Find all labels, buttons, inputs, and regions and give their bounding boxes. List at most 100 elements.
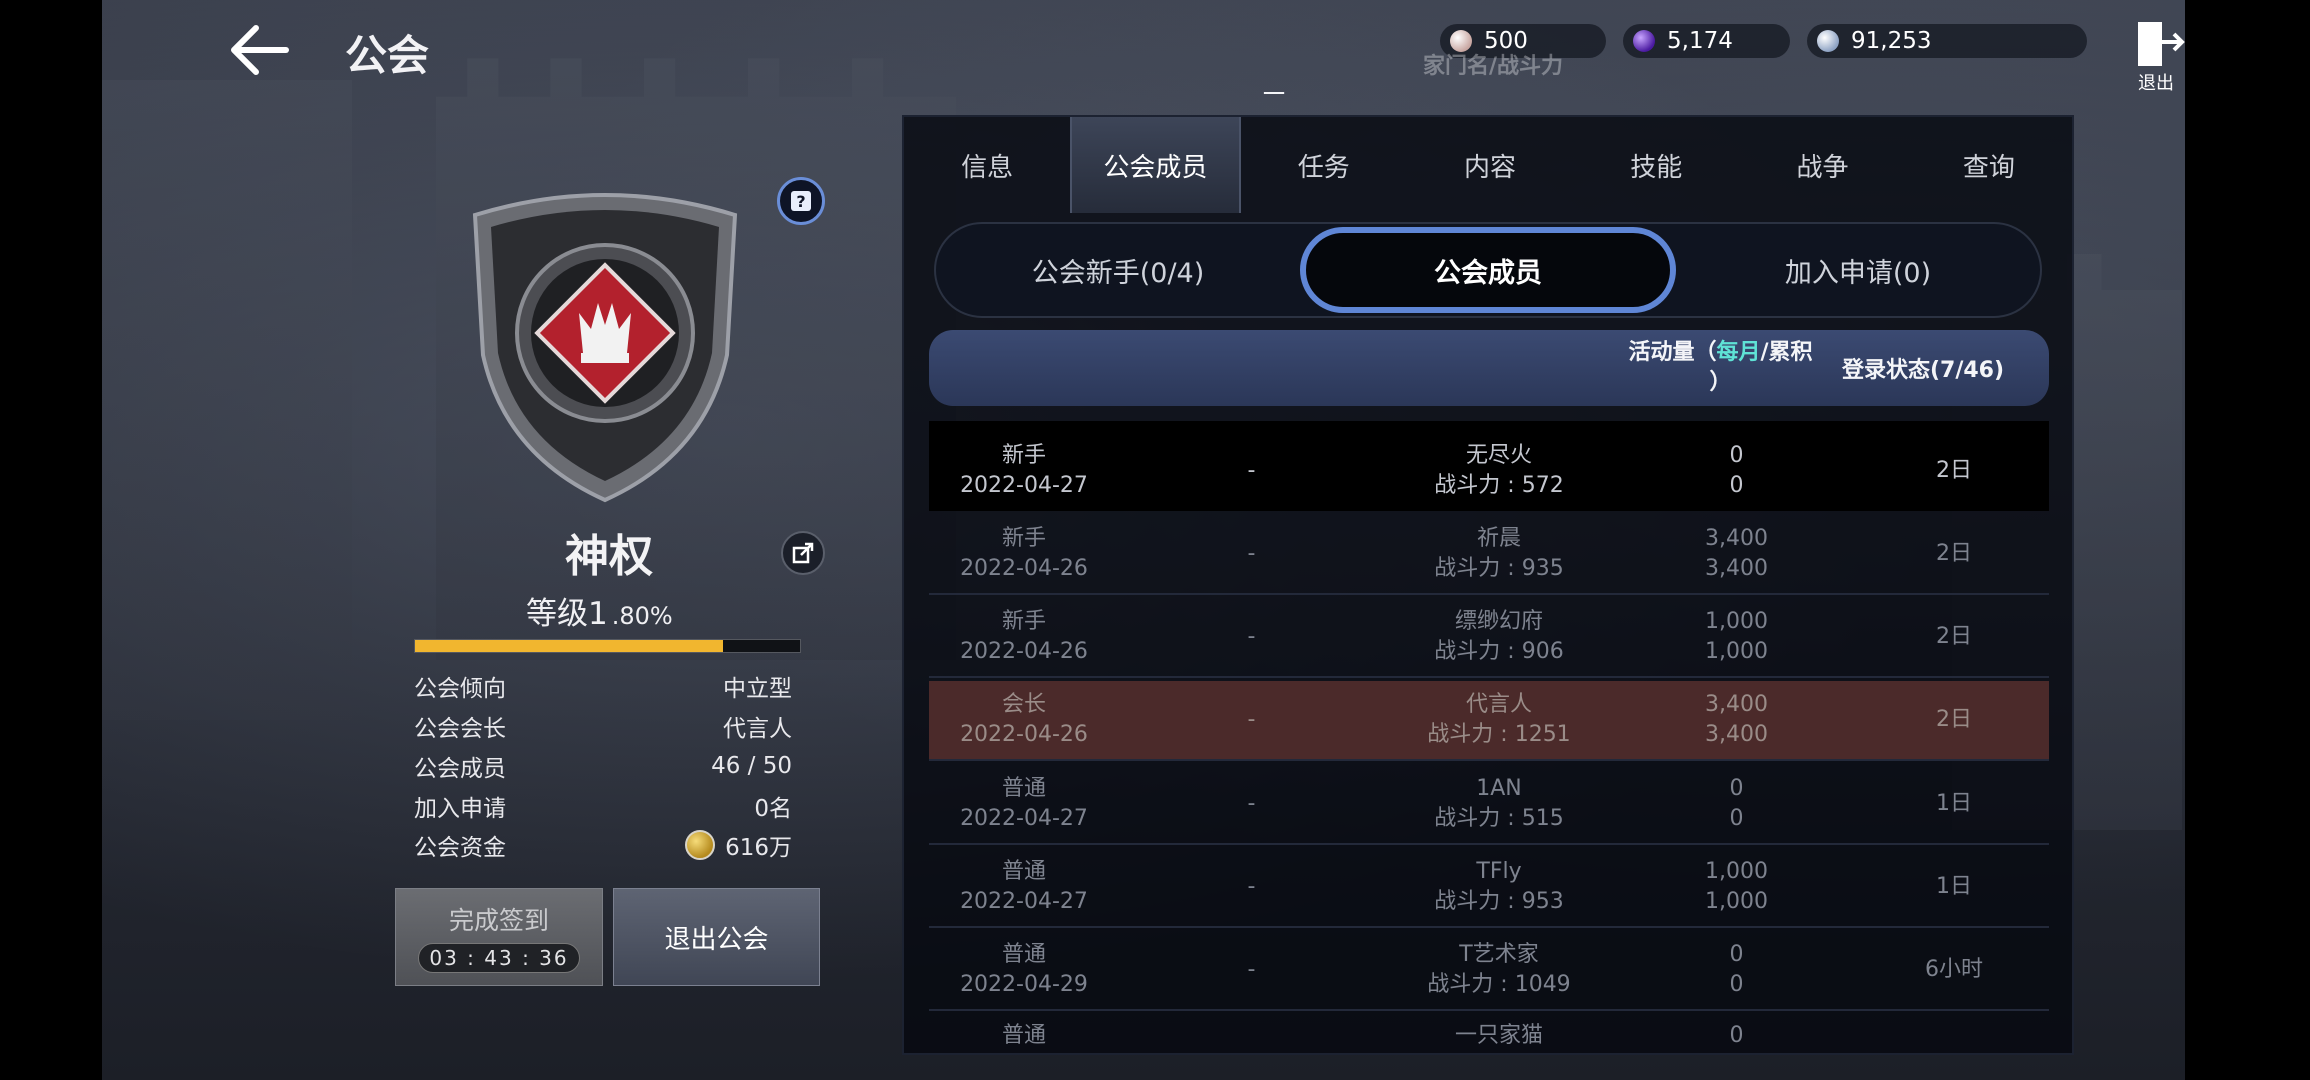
activity-month: 3,400 [1705,692,1768,717]
role: 普通 [1001,942,1046,967]
table-row[interactable]: 普通 2022-04-29 - T艺术家 战斗力 : 1049 0 0 6小时 [929,931,2049,1011]
role: 新手 [1001,526,1046,551]
info-value: 中立型 [723,676,792,702]
currency-value: 5,174 [1667,28,1733,54]
role: 普通 [1001,859,1046,884]
activity-month: 0 [1729,443,1744,468]
funds-value: 616万 [725,835,792,861]
exit-door-icon [2138,22,2185,66]
back-arrow-icon[interactable] [226,22,292,78]
login-status: 2日 [1936,707,1972,732]
join-date: 2022-04-26 [960,556,1088,581]
guild-xp-fill [415,640,723,652]
activity-total: 1,000 [1705,639,1768,664]
exit-button[interactable]: 退出 [2130,18,2186,94]
guild-emblem-shield [472,193,738,503]
join-date: 2022-04-27 [960,806,1088,831]
svg-text:?: ? [796,192,805,211]
guild-members-panel: 信息 公会成员 任务 内容 技能 战争 查询 公会新手(0/4) 公会成员 加入… [902,54,2074,1055]
col-activity-monthly: 每月 [1716,340,1761,365]
activity-total: 0 [1729,473,1744,498]
info-label: 公会会长 [414,716,506,742]
login-status: 2日 [1936,458,1972,483]
family-name: 1AN [1476,776,1522,801]
col-login[interactable]: 登录状态(7/46) [1828,352,2018,384]
crystal-icon [1633,30,1655,52]
class: - [1247,791,1256,816]
currency-silver: 91,253 [1807,24,2087,58]
silver-icon [1817,30,1839,52]
role: 普通 [1001,1023,1046,1047]
family-name: 代言人 [1465,692,1532,717]
activity-month: 3,400 [1705,526,1768,551]
combat-power: 战斗力 : 1049 [1427,972,1571,997]
combat-power: 战斗力 : 953 [1434,889,1564,914]
class: - [1247,458,1256,483]
info-label: 加入申请 [414,796,506,822]
class: - [1247,541,1256,566]
role: 普通 [1001,776,1046,801]
tab-search[interactable]: 查询 [1906,117,2072,213]
family-name: 缥缈幻府 [1454,609,1543,634]
combat-power: 战斗力 : 572 [1434,473,1564,498]
join-date: 2022-04-27 [960,473,1088,498]
activity-month: 0 [1729,942,1744,967]
info-label: 公会倾向 [414,676,506,702]
family-name: 祈晨 [1476,526,1521,551]
activity-month: 0 [1729,1023,1744,1047]
table-row[interactable]: 新手 2022-04-26 - 祈晨战斗力 : 935 3,400 3,400 2日 [929,515,2049,595]
role: 新手 [1001,609,1046,634]
members-table-header: 职责/加入时间 职业 家门名/战斗力 活动量（每月/累积） 登录状态(7/46) [929,54,2049,406]
activity-month: 0 [1729,776,1744,801]
info-value: 616万 [685,828,792,862]
col-activity[interactable]: 活动量（每月/累积 ） [1613,338,1828,398]
combat-power: 战斗力 : 515 [1434,806,1564,831]
table-row-partial[interactable]: 普通 一只家猫 0 [929,1015,2049,1047]
family-name: TFly [1476,859,1522,884]
join-date: 2022-04-29 [960,972,1088,997]
currency-crystal: 5,174 [1623,24,1790,58]
combat-power: 战斗力 : 935 [1434,556,1564,581]
info-row-funds: 公会资金 616万 [414,827,792,863]
tab-war[interactable]: 战争 [1739,117,1905,213]
login-status: 2日 [1936,624,1972,649]
guild-name: 神权 [565,531,653,582]
scrolled-row-edge [929,421,2049,431]
guild-level: 等级1.80% [526,588,673,633]
checkin-timer: 03 : 43 : 36 [418,943,580,973]
info-row-tendency: 公会倾向 中立型 [414,668,792,704]
level-percent: .80% [611,602,673,630]
help-book-icon[interactable]: ? [777,177,825,225]
share-icon[interactable] [781,531,825,575]
activity-total: 3,400 [1705,722,1768,747]
login-status: 2日 [1936,541,1972,566]
activity-total: 1,000 [1705,889,1768,914]
members-list[interactable]: 新手 2022-04-27 - 无尽火 战斗力 : 572 0 0 2日 新手 2022… [929,421,2049,1047]
join-date: 2022-04-27 [960,889,1088,914]
info-value: 46 / 50 [711,753,792,779]
guild-xp-bar [414,639,801,653]
table-row[interactable]: 普通 2022-04-27 - TFly 战斗力 : 953 1,000 1,000 … [929,848,2049,928]
info-label: 公会成员 [414,756,506,782]
table-row-leader[interactable]: 会长 2022-04-26 - 代言人 战斗力 : 1251 3,400 3,400 … [929,681,2049,761]
class: - [1247,874,1256,899]
currency-value: 91,253 [1851,28,1932,54]
activity-total: 3,400 [1705,556,1768,581]
info-row-applications: 加入申请 0名 [414,788,792,824]
leave-guild-button[interactable]: 退出公会 [613,888,820,986]
col-activity-prefix: 活动量（ [1628,340,1717,365]
table-row[interactable]: 新手 2022-04-27 - 无尽火 战斗力 : 572 0 0 2日 [929,431,2049,511]
role: 会长 [1001,692,1046,717]
checkin-button[interactable]: 完成签到 03 : 43 : 36 [395,888,603,986]
class: - [1247,624,1256,649]
login-status: 6小时 [1925,957,1983,982]
info-label: 公会资金 [414,835,506,861]
activity-month: 1,000 [1705,609,1768,634]
table-row[interactable]: 新手 2022-04-26 - 缥缈幻府 战斗力 : 906 1,000 1,000 … [929,598,2049,678]
combat-power: 战斗力 : 906 [1434,639,1564,664]
family-name: 一只家猫 [1454,1023,1543,1047]
info-value: 代言人 [723,716,792,742]
info-row-members: 公会成员 46 / 50 [414,748,792,784]
subtab-applications[interactable]: 加入申请(0) [1676,227,2040,313]
table-row[interactable]: 普通 2022-04-27 - 1AN 战斗力 : 515 0 0 1日 [929,765,2049,845]
